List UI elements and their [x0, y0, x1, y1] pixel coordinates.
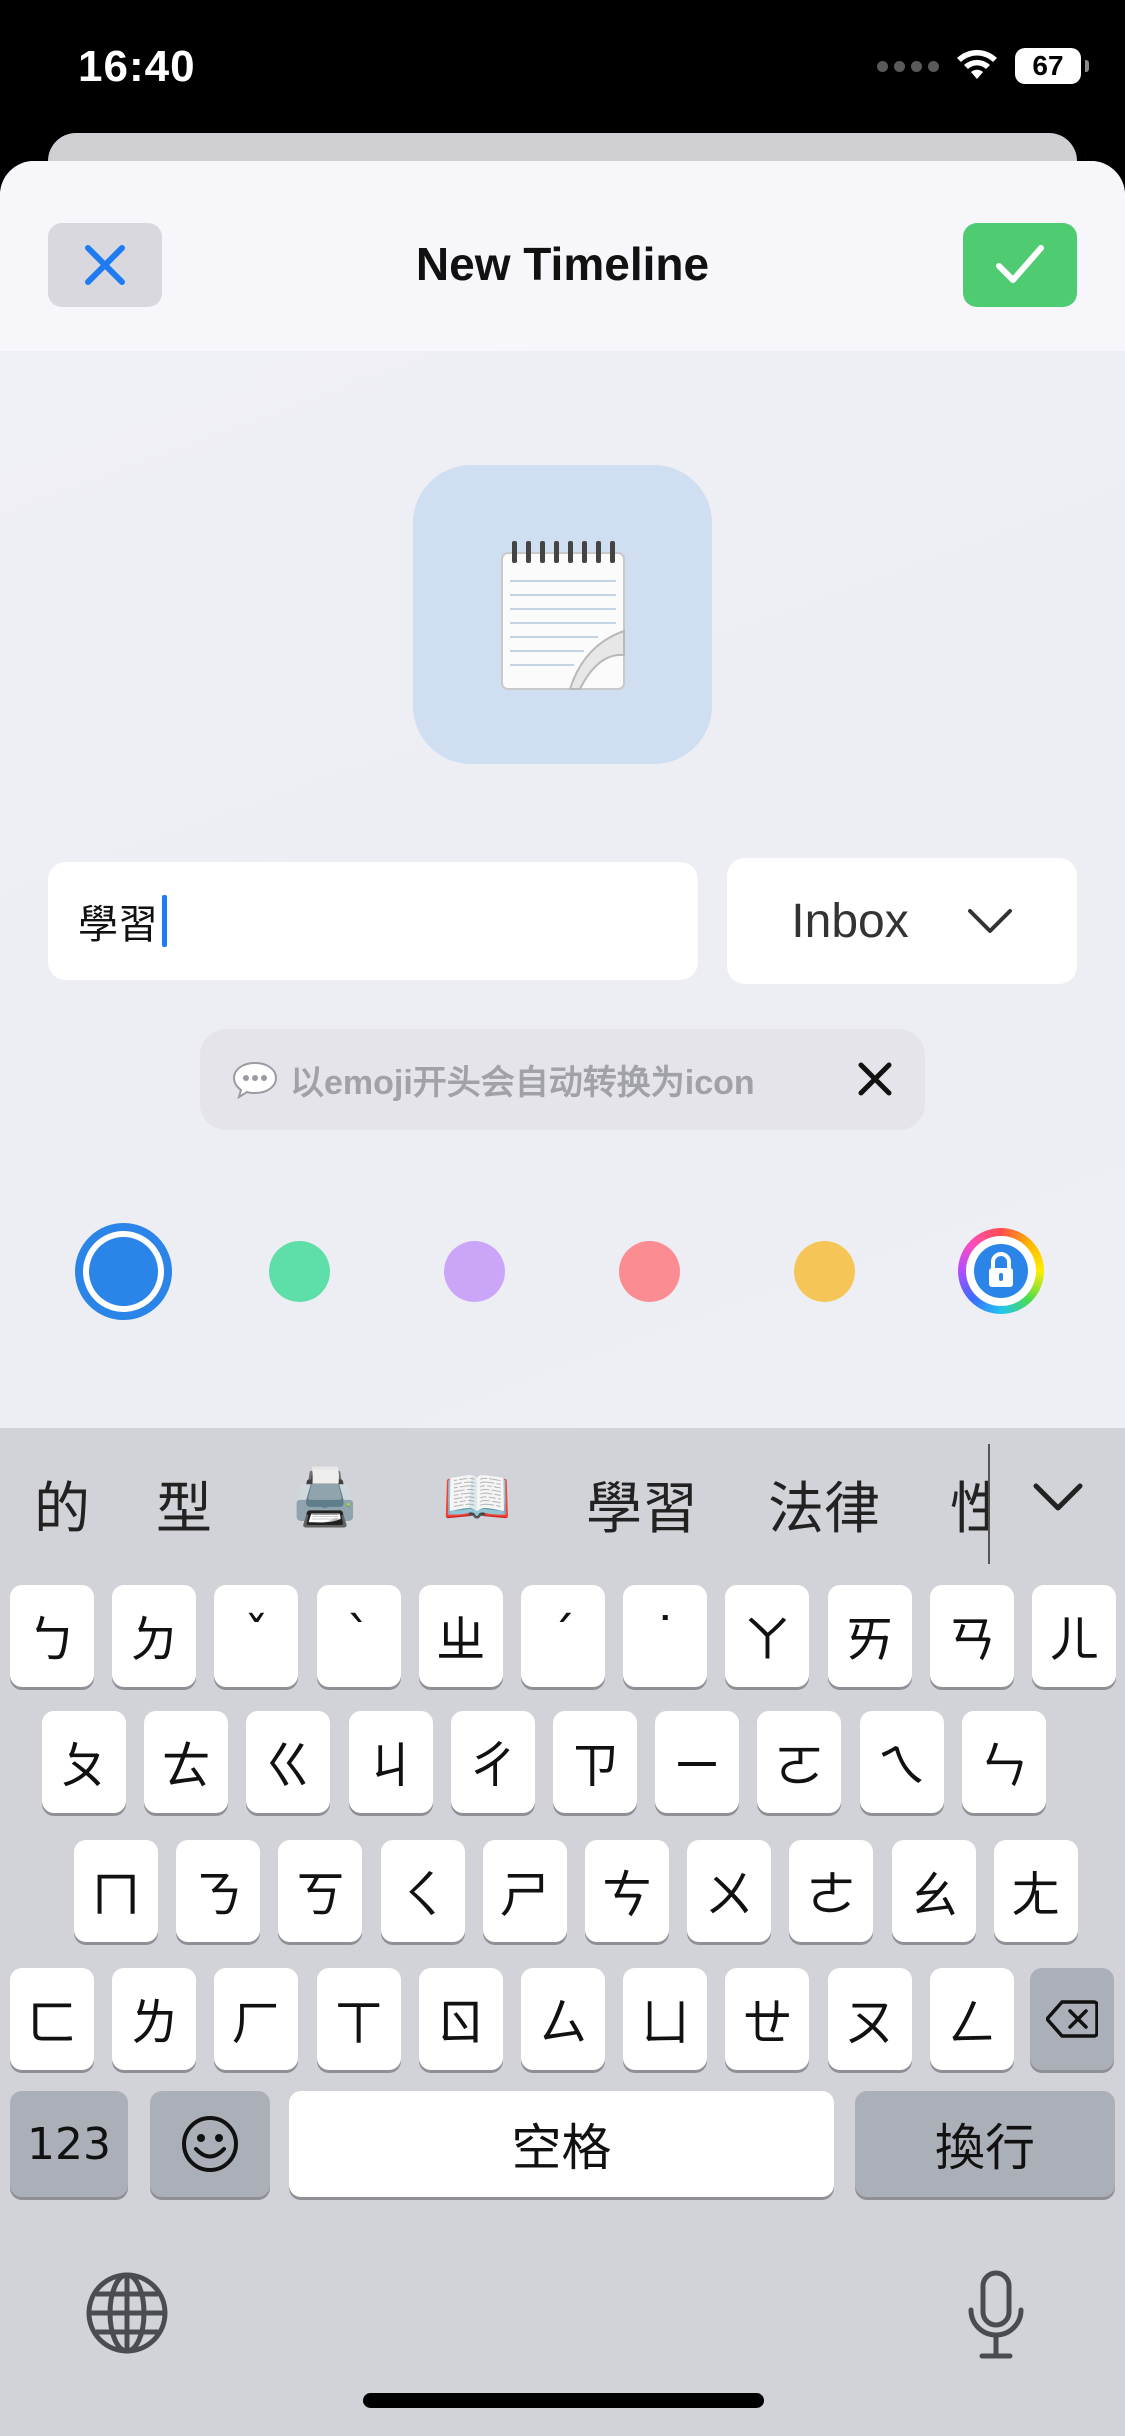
- globe-icon[interactable]: [84, 2270, 170, 2356]
- key-row4-10[interactable]: ㄥ: [929, 1968, 1014, 2070]
- wifi-icon: [957, 50, 997, 79]
- notepad-icon: [500, 540, 625, 690]
- key-row4-2[interactable]: ㄌ: [112, 1968, 197, 2070]
- color-swatch-red[interactable]: [619, 1241, 680, 1302]
- key-row2-9[interactable]: ㄟ: [859, 1711, 944, 1813]
- key-row4-4[interactable]: ㄒ: [316, 1968, 401, 2070]
- color-picker: [0, 1223, 1125, 1343]
- key-row1-9[interactable]: ㄞ: [827, 1585, 912, 1687]
- key-row2-1[interactable]: ㄆ: [42, 1711, 126, 1813]
- color-swatch-green[interactable]: [269, 1241, 330, 1302]
- sheet-title: New Timeline: [415, 238, 710, 290]
- chevron-down-icon: [967, 909, 1012, 933]
- emoji-hint-text: 以emoji开头会自动转换为icon: [290, 1064, 755, 1102]
- color-swatch-blue[interactable]: [75, 1223, 172, 1320]
- status-time: 16:40: [78, 42, 196, 91]
- close-hint-icon[interactable]: [855, 1059, 895, 1099]
- key-row1-8[interactable]: ㄚ: [725, 1585, 810, 1687]
- key-row1-7[interactable]: ˙: [623, 1585, 708, 1687]
- space-key[interactable]: 空格: [289, 2091, 834, 2197]
- lock-icon: [974, 1244, 1028, 1298]
- key-row3-2[interactable]: ㄋ: [176, 1840, 261, 1942]
- key-row4-1[interactable]: ㄈ: [10, 1968, 94, 2070]
- expand-candidates-icon[interactable]: [1030, 1478, 1086, 1518]
- category-select-value: Inbox: [791, 894, 909, 948]
- timeline-icon-picker[interactable]: [413, 465, 712, 764]
- key-row1-3[interactable]: ˇ: [214, 1585, 299, 1687]
- battery-indicator: 67: [1015, 48, 1089, 84]
- timeline-name-value: 學習: [78, 903, 158, 947]
- key-row4-9[interactable]: ㄡ: [827, 1968, 912, 2070]
- key-row2-10[interactable]: ㄣ: [961, 1711, 1046, 1813]
- home-indicator: [363, 2393, 764, 2408]
- cellular-signal-icon: [877, 60, 939, 72]
- key-row3-7[interactable]: ㄨ: [687, 1840, 772, 1942]
- key-row4-5[interactable]: ㄖ: [418, 1968, 503, 2070]
- emoji-icon: [182, 2116, 238, 2172]
- key-row3-8[interactable]: ㄜ: [789, 1840, 874, 1942]
- key-row2-3[interactable]: ㄍ: [246, 1711, 331, 1813]
- key-row3-10[interactable]: ㄤ: [993, 1840, 1078, 1942]
- candidate-2[interactable]: 型: [156, 1464, 212, 1545]
- key-row3-9[interactable]: ㄠ: [891, 1840, 976, 1942]
- color-swatch-locked[interactable]: [958, 1228, 1044, 1314]
- confirm-button[interactable]: [963, 223, 1077, 307]
- key-row3-1[interactable]: ㄇ: [74, 1840, 158, 1942]
- key-row2-7[interactable]: ㄧ: [655, 1711, 740, 1813]
- key-row2-8[interactable]: ㄛ: [757, 1711, 842, 1813]
- key-row2-4[interactable]: ㄐ: [348, 1711, 433, 1813]
- category-select[interactable]: Inbox: [727, 858, 1077, 984]
- candidate-6[interactable]: 法律: [768, 1464, 880, 1545]
- key-row4-3[interactable]: ㄏ: [214, 1968, 299, 2070]
- key-row1-4[interactable]: ˋ: [316, 1585, 401, 1687]
- candidate-5[interactable]: 學習: [586, 1464, 698, 1545]
- return-key[interactable]: 換行: [855, 2091, 1115, 2197]
- microphone-icon[interactable]: [966, 2270, 1026, 2362]
- key-row2-2[interactable]: ㄊ: [144, 1711, 229, 1813]
- emoji-key[interactable]: [150, 2091, 270, 2197]
- key-row1-2[interactable]: ㄉ: [112, 1585, 197, 1687]
- delete-backspace-icon: [1046, 2000, 1098, 2038]
- color-swatch-purple[interactable]: [444, 1241, 505, 1302]
- key-row4-8[interactable]: ㄝ: [725, 1968, 810, 2070]
- candidate-1[interactable]: 的: [34, 1464, 90, 1545]
- key-row4-6[interactable]: ㄙ: [521, 1968, 605, 2070]
- emoji-hint-banner: 以emoji开头会自动转换为icon: [200, 1029, 925, 1130]
- key-row4-7[interactable]: ㄩ: [623, 1968, 708, 2070]
- key-row2-6[interactable]: ㄗ: [553, 1711, 637, 1813]
- key-row1-10[interactable]: ㄢ: [929, 1585, 1014, 1687]
- status-icons: 67: [877, 48, 1089, 84]
- key-row1-1[interactable]: ㄅ: [10, 1585, 94, 1687]
- timeline-name-input[interactable]: 學習: [48, 862, 698, 980]
- numbers-key[interactable]: 123: [10, 2091, 128, 2197]
- candidate-7[interactable]: 性: [950, 1464, 988, 1545]
- key-row1-11[interactable]: ㄦ: [1032, 1585, 1116, 1687]
- speech-bubble-icon: [232, 1061, 278, 1099]
- backspace-key[interactable]: [1030, 1968, 1114, 2070]
- key-row3-5[interactable]: ㄕ: [482, 1840, 567, 1942]
- text-caret: [162, 895, 167, 947]
- candidate-bar: 的 型 🖨️ 📖 學習 法律 性: [0, 1428, 1125, 1578]
- candidate-4[interactable]: 📖: [442, 1464, 512, 1530]
- key-row3-4[interactable]: ㄑ: [380, 1840, 465, 1942]
- key-row1-6[interactable]: ˊ: [521, 1585, 605, 1687]
- candidate-divider: [988, 1444, 990, 1564]
- key-row1-5[interactable]: ㄓ: [418, 1585, 503, 1687]
- key-row3-6[interactable]: ㄘ: [585, 1840, 669, 1942]
- key-row3-3[interactable]: ㄎ: [278, 1840, 363, 1942]
- key-row2-5[interactable]: ㄔ: [450, 1711, 535, 1813]
- checkmark-icon: [996, 245, 1044, 283]
- color-swatch-yellow[interactable]: [794, 1241, 855, 1302]
- candidate-3[interactable]: 🖨️: [290, 1464, 360, 1530]
